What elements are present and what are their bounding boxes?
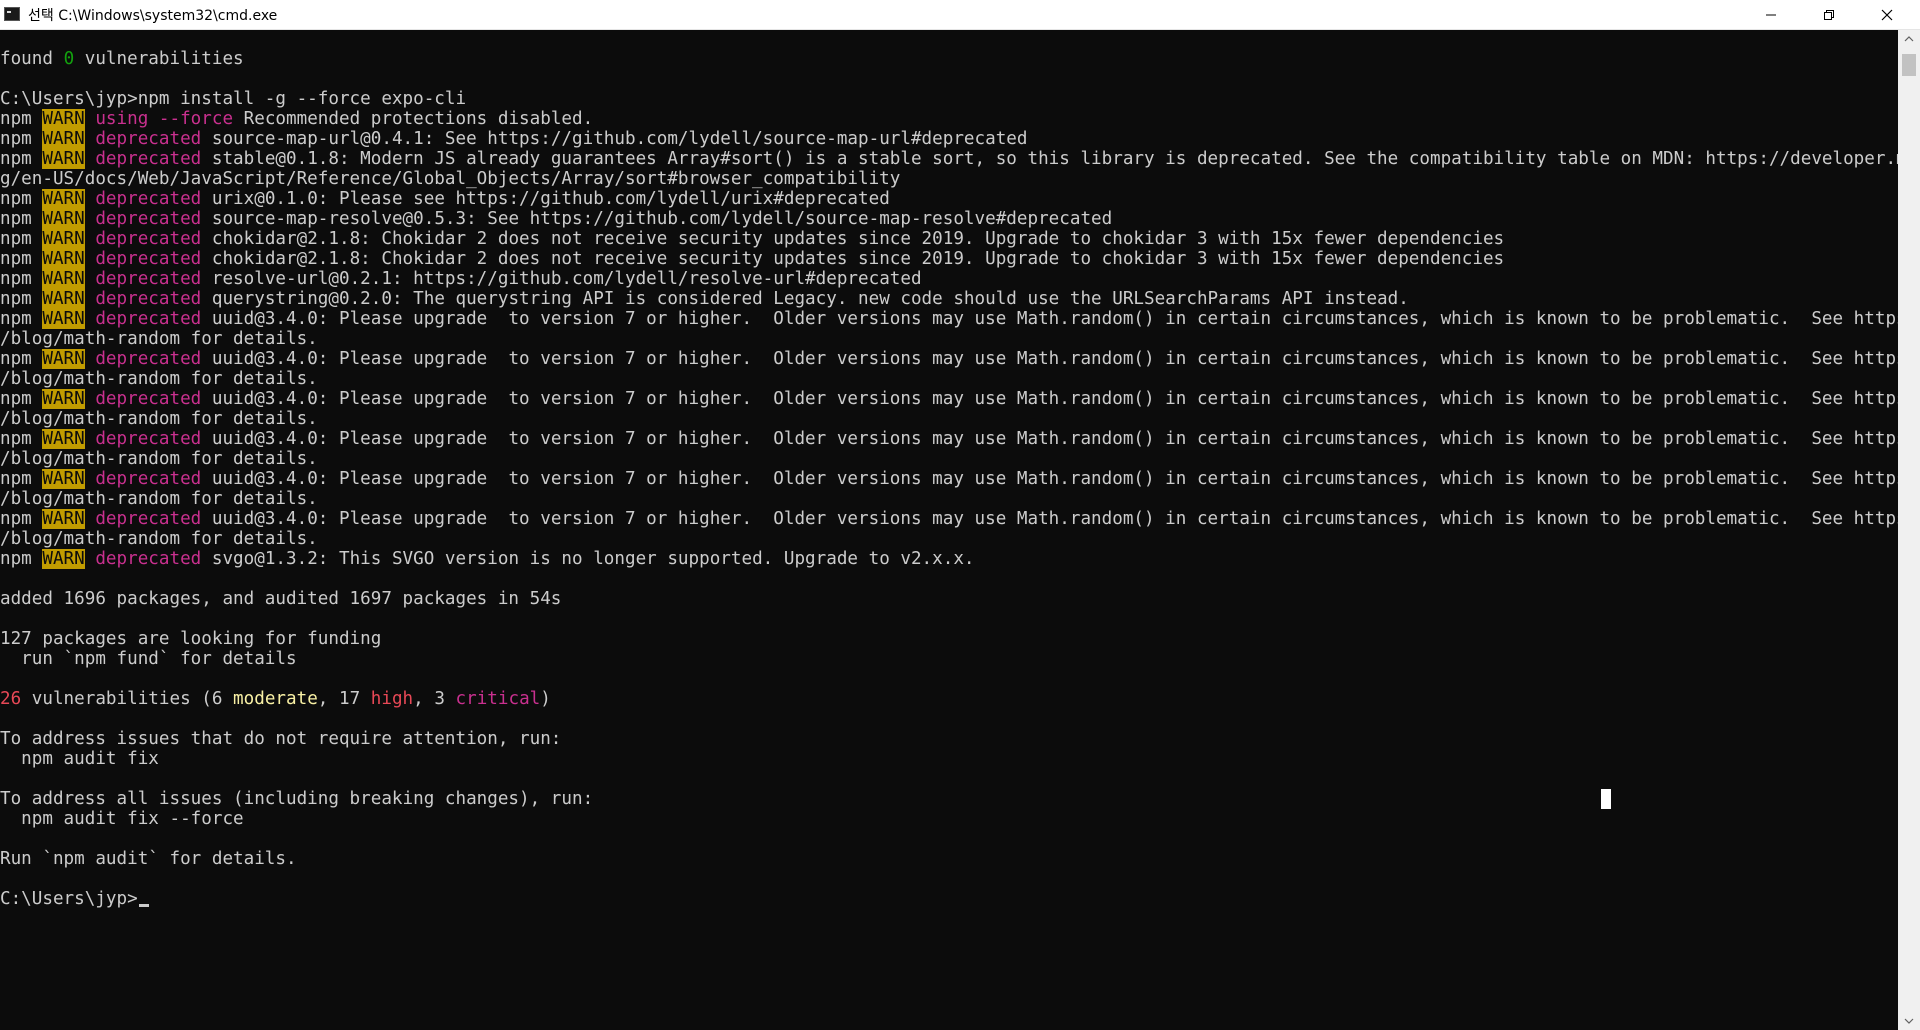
output-line: 127 packages are looking for funding <box>0 629 382 649</box>
warn-badge: WARN <box>42 509 85 529</box>
scroll-up-button[interactable] <box>1898 30 1920 48</box>
output-line: npm audit fix --force <box>0 809 244 829</box>
minimize-button[interactable] <box>1742 0 1800 29</box>
output-line: found 0 vulnerabilities <box>0 49 244 69</box>
scroll-down-button[interactable] <box>1898 1012 1920 1030</box>
warn-line: npm WARN deprecated resolve-url@0.2.1: h… <box>0 269 922 289</box>
chevron-down-icon <box>1904 1018 1914 1024</box>
chevron-up-icon <box>1904 36 1914 42</box>
restore-icon <box>1824 9 1834 20</box>
output-line: /blog/math-random for details. <box>0 449 318 469</box>
warn-badge: WARN <box>42 289 85 309</box>
output-line: g/en-US/docs/Web/JavaScript/Reference/Gl… <box>0 169 901 189</box>
warn-line: npm WARN deprecated chokidar@2.1.8: Chok… <box>0 229 1505 249</box>
cmd-app-icon[interactable] <box>4 7 20 21</box>
block-cursor <box>1601 789 1611 809</box>
vulnerability-summary: 26 vulnerabilities (6 moderate, 17 high,… <box>0 689 551 709</box>
warn-badge: WARN <box>42 269 85 289</box>
warn-line: npm WARN deprecated source-map-resolve@0… <box>0 209 1113 229</box>
warn-line: npm WARN deprecated uuid@3.4.0: Please u… <box>0 309 1898 329</box>
title-bar[interactable]: 선택 C:\Windows\system32\cmd.exe <box>0 0 1920 30</box>
window-title: 선택 C:\Windows\system32\cmd.exe <box>28 8 278 24</box>
output-line: /blog/math-random for details. <box>0 529 318 549</box>
close-button[interactable] <box>1858 0 1916 29</box>
scrollbar-thumb[interactable] <box>1902 54 1916 76</box>
warn-line: npm WARN deprecated svgo@1.3.2: This SVG… <box>0 549 975 569</box>
output-line: run `npm fund` for details <box>0 649 297 669</box>
warn-badge: WARN <box>42 109 85 129</box>
output-line: /blog/math-random for details. <box>0 329 318 349</box>
output-line: /blog/math-random for details. <box>0 489 318 509</box>
output-line: /blog/math-random for details. <box>0 369 318 389</box>
close-icon <box>1881 9 1893 20</box>
warn-badge: WARN <box>42 209 85 229</box>
warn-line: npm WARN deprecated stable@0.1.8: Modern… <box>0 149 1898 169</box>
cmd-window: 선택 C:\Windows\system32\cmd.exe found 0 v… <box>0 0 1920 1030</box>
prompt-line[interactable]: C:\Users\jyp> <box>0 889 149 909</box>
output-line: To address all issues (including breakin… <box>0 789 594 809</box>
warn-line: npm WARN deprecated uuid@3.4.0: Please u… <box>0 469 1898 489</box>
warn-line: npm WARN deprecated source-map-url@0.4.1… <box>0 129 1028 149</box>
warn-line: npm WARN deprecated uuid@3.4.0: Please u… <box>0 389 1898 409</box>
warn-badge: WARN <box>42 389 85 409</box>
vertical-scrollbar[interactable] <box>1898 30 1920 1030</box>
output-line: To address issues that do not require at… <box>0 729 562 749</box>
output-line: npm audit fix <box>0 749 159 769</box>
warn-badge: WARN <box>42 249 85 269</box>
terminal-output[interactable]: found 0 vulnerabilities C:\Users\jyp>npm… <box>0 30 1898 1030</box>
output-line: added 1696 packages, and audited 1697 pa… <box>0 589 562 609</box>
warn-badge: WARN <box>42 149 85 169</box>
warn-badge: WARN <box>42 229 85 249</box>
command-line: C:\Users\jyp>npm install -g --force expo… <box>0 89 467 109</box>
warn-line: npm WARN deprecated urix@0.1.0: Please s… <box>0 189 890 209</box>
warn-line: npm WARN using --force Recommended prote… <box>0 109 594 129</box>
warn-line: npm WARN deprecated chokidar@2.1.8: Chok… <box>0 249 1505 269</box>
warn-badge: WARN <box>42 549 85 569</box>
warn-badge: WARN <box>42 349 85 369</box>
warn-line: npm WARN deprecated querystring@0.2.0: T… <box>0 289 1409 309</box>
output-line: Run `npm audit` for details. <box>0 849 297 869</box>
warn-badge: WARN <box>42 469 85 489</box>
text-cursor <box>138 904 149 907</box>
warn-line: npm WARN deprecated uuid@3.4.0: Please u… <box>0 509 1898 529</box>
restore-button[interactable] <box>1800 0 1858 29</box>
output-line: /blog/math-random for details. <box>0 409 318 429</box>
warn-badge: WARN <box>42 309 85 329</box>
minimize-icon <box>1766 14 1776 15</box>
warn-line: npm WARN deprecated uuid@3.4.0: Please u… <box>0 429 1898 449</box>
warn-badge: WARN <box>42 129 85 149</box>
warn-badge: WARN <box>42 429 85 449</box>
warn-line: npm WARN deprecated uuid@3.4.0: Please u… <box>0 349 1898 369</box>
warn-badge: WARN <box>42 189 85 209</box>
